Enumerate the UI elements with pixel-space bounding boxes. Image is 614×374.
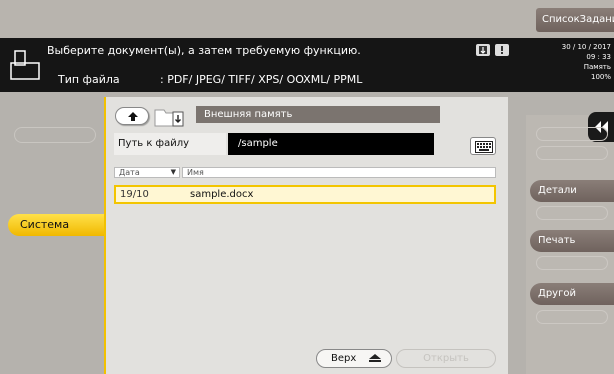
instruction-message: Выберите документ(ы), а затем требуемую … bbox=[47, 44, 361, 57]
job-list-button[interactable]: СписокЗаданий bbox=[536, 8, 614, 32]
top-arrow-icon bbox=[369, 354, 381, 362]
time-text: 09 : 33 bbox=[586, 53, 611, 61]
open-button[interactable]: Открыть bbox=[396, 349, 496, 368]
right-disabled-button-2 bbox=[536, 146, 608, 160]
tab-system[interactable]: Система bbox=[8, 214, 106, 236]
warning-icon bbox=[495, 44, 509, 56]
column-name[interactable]: Имя bbox=[182, 167, 496, 178]
other-button[interactable]: Другой bbox=[530, 283, 614, 305]
path-row: Путь к файлу /sample bbox=[114, 133, 434, 155]
date-time: 30 / 10 / 2017 09 : 33 Память 100% bbox=[535, 42, 611, 82]
left-disabled-button bbox=[14, 127, 96, 143]
top-button-label: Верх bbox=[331, 353, 357, 364]
storage-title: Внешняя память bbox=[196, 106, 440, 123]
column-date[interactable]: Дата ▼ bbox=[114, 167, 180, 178]
right-disabled-button-1 bbox=[536, 127, 608, 141]
external-storage-icon bbox=[154, 107, 184, 127]
table-row[interactable]: 19/10 sample.docx bbox=[114, 185, 496, 204]
file-browser-panel: Внешняя память Путь к файлу /sample Дата… bbox=[104, 97, 508, 374]
column-date-label: Дата bbox=[119, 168, 140, 177]
memory-value: 100% bbox=[590, 73, 611, 81]
keyboard-button[interactable] bbox=[470, 137, 496, 155]
right-disabled-button-5 bbox=[536, 310, 608, 324]
top-strip bbox=[0, 0, 614, 38]
storage-icon bbox=[476, 44, 490, 56]
right-disabled-button-3 bbox=[536, 206, 608, 220]
table-header: Дата ▼ Имя bbox=[114, 167, 496, 178]
up-folder-button[interactable] bbox=[115, 107, 149, 125]
file-name: sample.docx bbox=[190, 189, 254, 200]
document-icon bbox=[10, 49, 40, 81]
path-field[interactable]: /sample bbox=[228, 133, 434, 155]
details-button[interactable]: Детали bbox=[530, 180, 614, 202]
print-button[interactable]: Печать bbox=[530, 230, 614, 252]
right-disabled-button-4 bbox=[536, 256, 608, 270]
up-arrow-icon bbox=[128, 112, 138, 121]
file-date: 19/10 bbox=[120, 189, 149, 200]
date-text: 30 / 10 / 2017 bbox=[561, 43, 611, 51]
sort-down-icon: ▼ bbox=[170, 168, 176, 176]
file-type-label: Тип файла bbox=[58, 73, 120, 86]
memory-label: Память bbox=[583, 63, 611, 71]
status-header: Выберите документ(ы), а затем требуемую … bbox=[0, 38, 614, 92]
top-button[interactable]: Верх bbox=[316, 349, 392, 368]
file-type-value: : PDF/ JPEG/ TIFF/ XPS/ OOXML/ PPML bbox=[160, 73, 363, 86]
path-label: Путь к файлу bbox=[114, 133, 226, 155]
keyboard-icon bbox=[475, 141, 493, 153]
